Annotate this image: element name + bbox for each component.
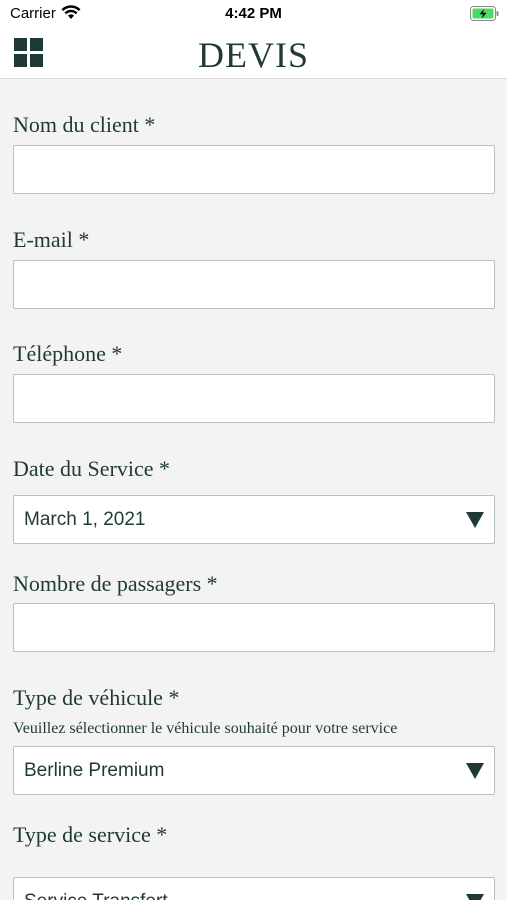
status-bar: Carrier 4:42 PM bbox=[0, 0, 507, 28]
page-title: DEVIS bbox=[198, 35, 309, 75]
passengers-label: Nombre de passagers * bbox=[13, 571, 218, 596]
service-type-select[interactable]: Service Transfert bbox=[13, 877, 495, 900]
vehicle-type-label: Type de véhicule * bbox=[13, 685, 180, 710]
phone-label: Téléphone * bbox=[13, 341, 123, 366]
email-input[interactable] bbox=[13, 260, 495, 309]
status-time: 4:42 PM bbox=[225, 5, 282, 22]
battery-charging-icon bbox=[470, 6, 499, 21]
client-name-input[interactable] bbox=[13, 145, 495, 194]
caret-down-icon bbox=[466, 763, 484, 779]
vehicle-type-help: Veuillez sélectionner le véhicule souhai… bbox=[13, 720, 398, 737]
caret-down-icon bbox=[466, 512, 484, 528]
phone-input[interactable] bbox=[13, 374, 495, 423]
vehicle-type-select[interactable]: Berline Premium bbox=[13, 746, 495, 795]
nav-bar: DEVIS bbox=[0, 28, 507, 79]
service-type-label: Type de service * bbox=[13, 822, 168, 847]
caret-down-icon bbox=[466, 894, 484, 900]
vehicle-type-value: Berline Premium bbox=[24, 760, 165, 781]
passengers-input[interactable] bbox=[13, 603, 495, 652]
email-label: E-mail * bbox=[13, 227, 90, 252]
service-date-label: Date du Service * bbox=[13, 456, 170, 481]
service-type-value: Service Transfert bbox=[24, 891, 168, 900]
service-date-select[interactable]: March 1, 2021 bbox=[13, 495, 495, 544]
client-name-label: Nom du client * bbox=[13, 112, 156, 137]
service-date-value: March 1, 2021 bbox=[24, 509, 146, 530]
